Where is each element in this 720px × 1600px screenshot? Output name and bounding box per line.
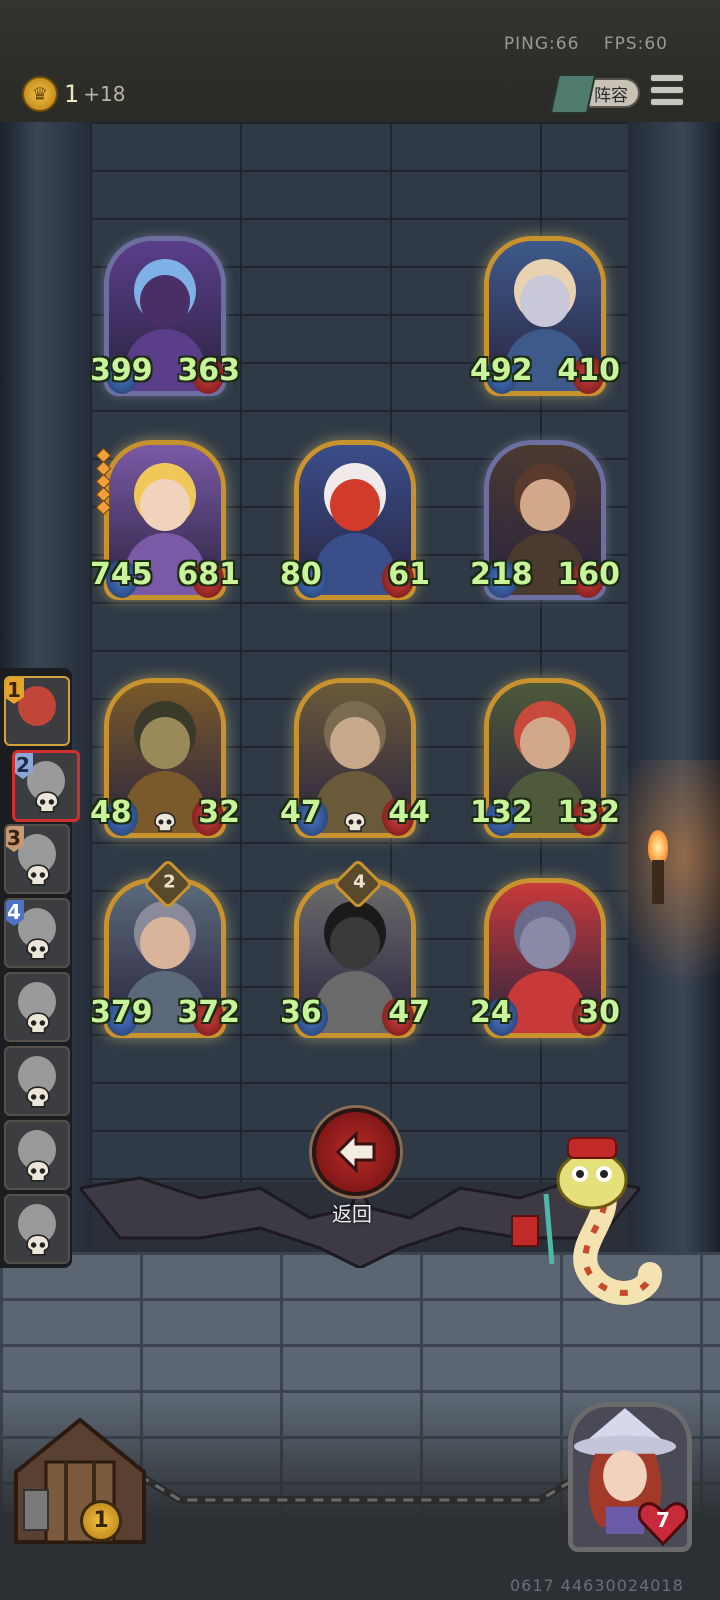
player-health: 7 xyxy=(637,1500,689,1547)
attack-value: 132 xyxy=(470,795,533,830)
opponent-slot[interactable] xyxy=(4,1046,70,1116)
attack-value: 492 xyxy=(470,353,533,388)
health-value: 160 xyxy=(557,557,620,592)
gold-display: ♛ 1 +18 xyxy=(22,76,126,112)
attack-value: 218 xyxy=(470,557,533,592)
attack-value: 47 xyxy=(280,795,322,830)
opponent-slot[interactable]: 4 xyxy=(4,898,70,968)
skull-icon xyxy=(154,812,176,832)
skull-icon xyxy=(26,1086,50,1108)
back-label: 返回 xyxy=(332,1202,372,1226)
attack-value: 36 xyxy=(280,995,322,1030)
attack-value: 379 xyxy=(90,995,153,1030)
snake-mascot xyxy=(511,1137,662,1305)
skull-icon xyxy=(26,1012,50,1034)
hero-bearded-king-card[interactable]: 492 410 xyxy=(470,236,620,396)
skull-icon xyxy=(26,1234,50,1256)
opponent-slot[interactable]: 3 xyxy=(4,824,70,894)
opponent-slot[interactable]: 2 xyxy=(12,750,80,822)
hero-shield-knight-card[interactable]: 4 36 47 xyxy=(280,858,430,1038)
opponent-slot[interactable] xyxy=(4,1194,70,1264)
gold-count: 1 xyxy=(64,80,80,108)
skull-icon xyxy=(26,938,50,960)
skull-icon xyxy=(26,864,50,886)
opponent-list: 1234 xyxy=(0,668,80,1268)
health-value: 681 xyxy=(177,557,240,592)
health-value: 410 xyxy=(557,353,620,388)
build-id: 0617 44630024018 xyxy=(510,1576,684,1595)
attack-value: 24 xyxy=(470,995,512,1030)
skull-icon xyxy=(344,812,366,832)
track-rail xyxy=(140,1472,580,1504)
health-value: 47 xyxy=(388,995,430,1030)
health-value: 44 xyxy=(388,795,430,830)
ping-readout: PING:66 xyxy=(503,34,580,54)
tavern-shop-icon[interactable] xyxy=(6,1412,154,1548)
hero-mohawk-warrior-card[interactable]: 218 160 xyxy=(470,440,620,600)
health-value: 372 xyxy=(177,995,240,1030)
network-status: PING:66 FPS:60 xyxy=(486,34,668,54)
opponent-slot[interactable] xyxy=(4,1120,70,1190)
opponent-slot[interactable]: 1 xyxy=(4,676,70,746)
hero-red-haired-ogre-card[interactable]: 132 132 xyxy=(470,678,620,838)
health-value: 363 xyxy=(177,353,240,388)
torch-icon xyxy=(648,830,668,904)
lineup-label: 阵容 xyxy=(594,85,628,106)
fps-readout: FPS:60 xyxy=(603,34,668,54)
opponent-slot[interactable] xyxy=(4,972,70,1042)
attack-value: 745 xyxy=(90,557,153,592)
star-pips xyxy=(95,447,112,516)
health-value: 132 xyxy=(557,795,620,830)
health-value: 32 xyxy=(198,795,240,830)
skull-icon xyxy=(26,1160,50,1182)
lineup-button[interactable]: 阵容 xyxy=(549,74,640,114)
hero-winged-beast-card[interactable]: 47 44 xyxy=(280,678,430,838)
arrow-left-icon xyxy=(335,1130,376,1174)
hero-blonde-boy-card[interactable]: 745 681 xyxy=(90,440,240,600)
tavern-level-badge: 1 xyxy=(80,1500,122,1542)
book-icon xyxy=(549,74,597,114)
hero-wolf-rogue-card[interactable]: 24 30 xyxy=(470,878,620,1038)
top-bar: PING:66 FPS:60 ♛ 1 +18 阵容 xyxy=(0,0,720,124)
skull-icon xyxy=(35,791,59,813)
back-button[interactable] xyxy=(312,1108,400,1196)
hero-blue-haired-mage-card[interactable]: 399 363 xyxy=(90,236,240,396)
hero-clown-card[interactable]: 80 61 xyxy=(280,440,430,600)
attack-value: 399 xyxy=(90,353,153,388)
gold-income: +18 xyxy=(83,82,126,106)
health-value: 7 xyxy=(656,1508,670,1532)
health-value: 30 xyxy=(578,995,620,1030)
attack-value: 48 xyxy=(90,795,132,830)
right-pillar xyxy=(628,122,720,1272)
attack-value: 80 xyxy=(280,557,322,592)
hero-horned-goblin-lord-card[interactable]: 48 32 xyxy=(90,678,240,838)
hamburger-menu-icon[interactable] xyxy=(650,74,684,108)
health-value: 61 xyxy=(388,557,430,592)
crown-coin-icon: ♛ xyxy=(22,76,58,112)
hero-armored-soldier-card[interactable]: 2 379 372 xyxy=(90,858,240,1038)
